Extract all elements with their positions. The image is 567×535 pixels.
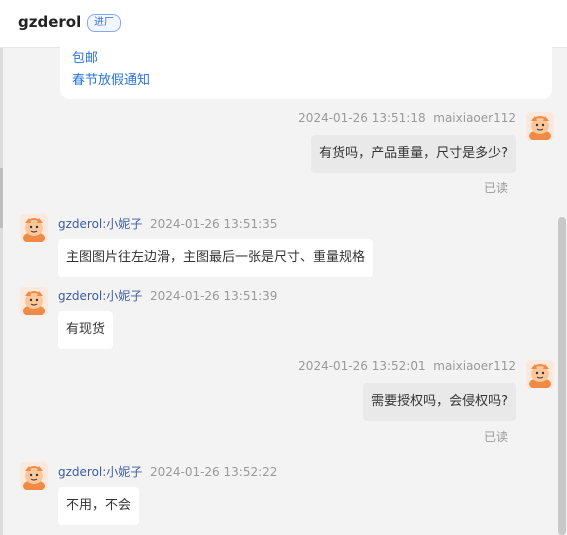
- chat-title: gzderol: [18, 13, 82, 31]
- cartoon-avatar-icon: [526, 112, 554, 140]
- sender-name: maixiaoer112: [433, 111, 516, 125]
- message-meta: gzderol:小妮子 2024-01-26 13:52:22: [58, 463, 277, 480]
- left-panel-edge: [0, 48, 3, 535]
- link-spring-holiday-notice[interactable]: 春节放假通知: [72, 69, 150, 88]
- message-time: 2024-01-26 13:51:18: [298, 111, 426, 125]
- message-meta: 2024-01-26 13:51:18 maixiaoer112: [298, 111, 516, 125]
- avatar[interactable]: [20, 462, 48, 490]
- read-status: 已读: [484, 181, 509, 195]
- shop-badge[interactable]: 进厂: [87, 14, 121, 32]
- message-meta: gzderol:小妮子 2024-01-26 13:51:39: [58, 287, 277, 304]
- message-bubble[interactable]: 有现货: [58, 311, 114, 349]
- cartoon-avatar-icon: [20, 214, 48, 242]
- message-time: 2024-01-26 13:52:01: [298, 359, 426, 373]
- quick-links-card: 包邮 春节放假通知: [60, 36, 552, 99]
- avatar[interactable]: [526, 112, 554, 140]
- sender-name[interactable]: gzderol:小妮子: [58, 217, 142, 231]
- sender-name[interactable]: gzderol:小妮子: [58, 289, 142, 303]
- message-bubble[interactable]: 有货吗，产品重量，尺寸是多少?: [311, 135, 516, 173]
- message-meta: gzderol:小妮子 2024-01-26 13:51:35: [58, 215, 277, 232]
- read-status: 已读: [484, 430, 509, 444]
- scrollbar-thumb[interactable]: [558, 217, 566, 535]
- cartoon-avatar-icon: [526, 360, 554, 388]
- message-time: 2024-01-26 13:51:35: [149, 217, 278, 231]
- message-time: 2024-01-26 13:52:22: [149, 465, 278, 479]
- message-bubble[interactable]: 不用，不会: [58, 487, 140, 525]
- message-bubble[interactable]: 主图图片往左边滑，主图最后一张是尺寸、重量规格: [58, 239, 374, 277]
- link-free-shipping[interactable]: 包邮: [72, 47, 98, 66]
- cartoon-avatar-icon: [20, 287, 48, 315]
- avatar[interactable]: [526, 360, 554, 388]
- avatar[interactable]: [20, 287, 48, 315]
- message-bubble[interactable]: 需要授权吗，会侵权吗?: [363, 383, 516, 421]
- message-meta: 2024-01-26 13:52:01 maixiaoer112: [298, 359, 516, 373]
- cartoon-avatar-icon: [20, 462, 48, 490]
- sender-name[interactable]: gzderol:小妮子: [58, 465, 142, 479]
- sender-name: maixiaoer112: [433, 359, 516, 373]
- avatar[interactable]: [20, 214, 48, 242]
- message-time: 2024-01-26 13:51:39: [149, 289, 278, 303]
